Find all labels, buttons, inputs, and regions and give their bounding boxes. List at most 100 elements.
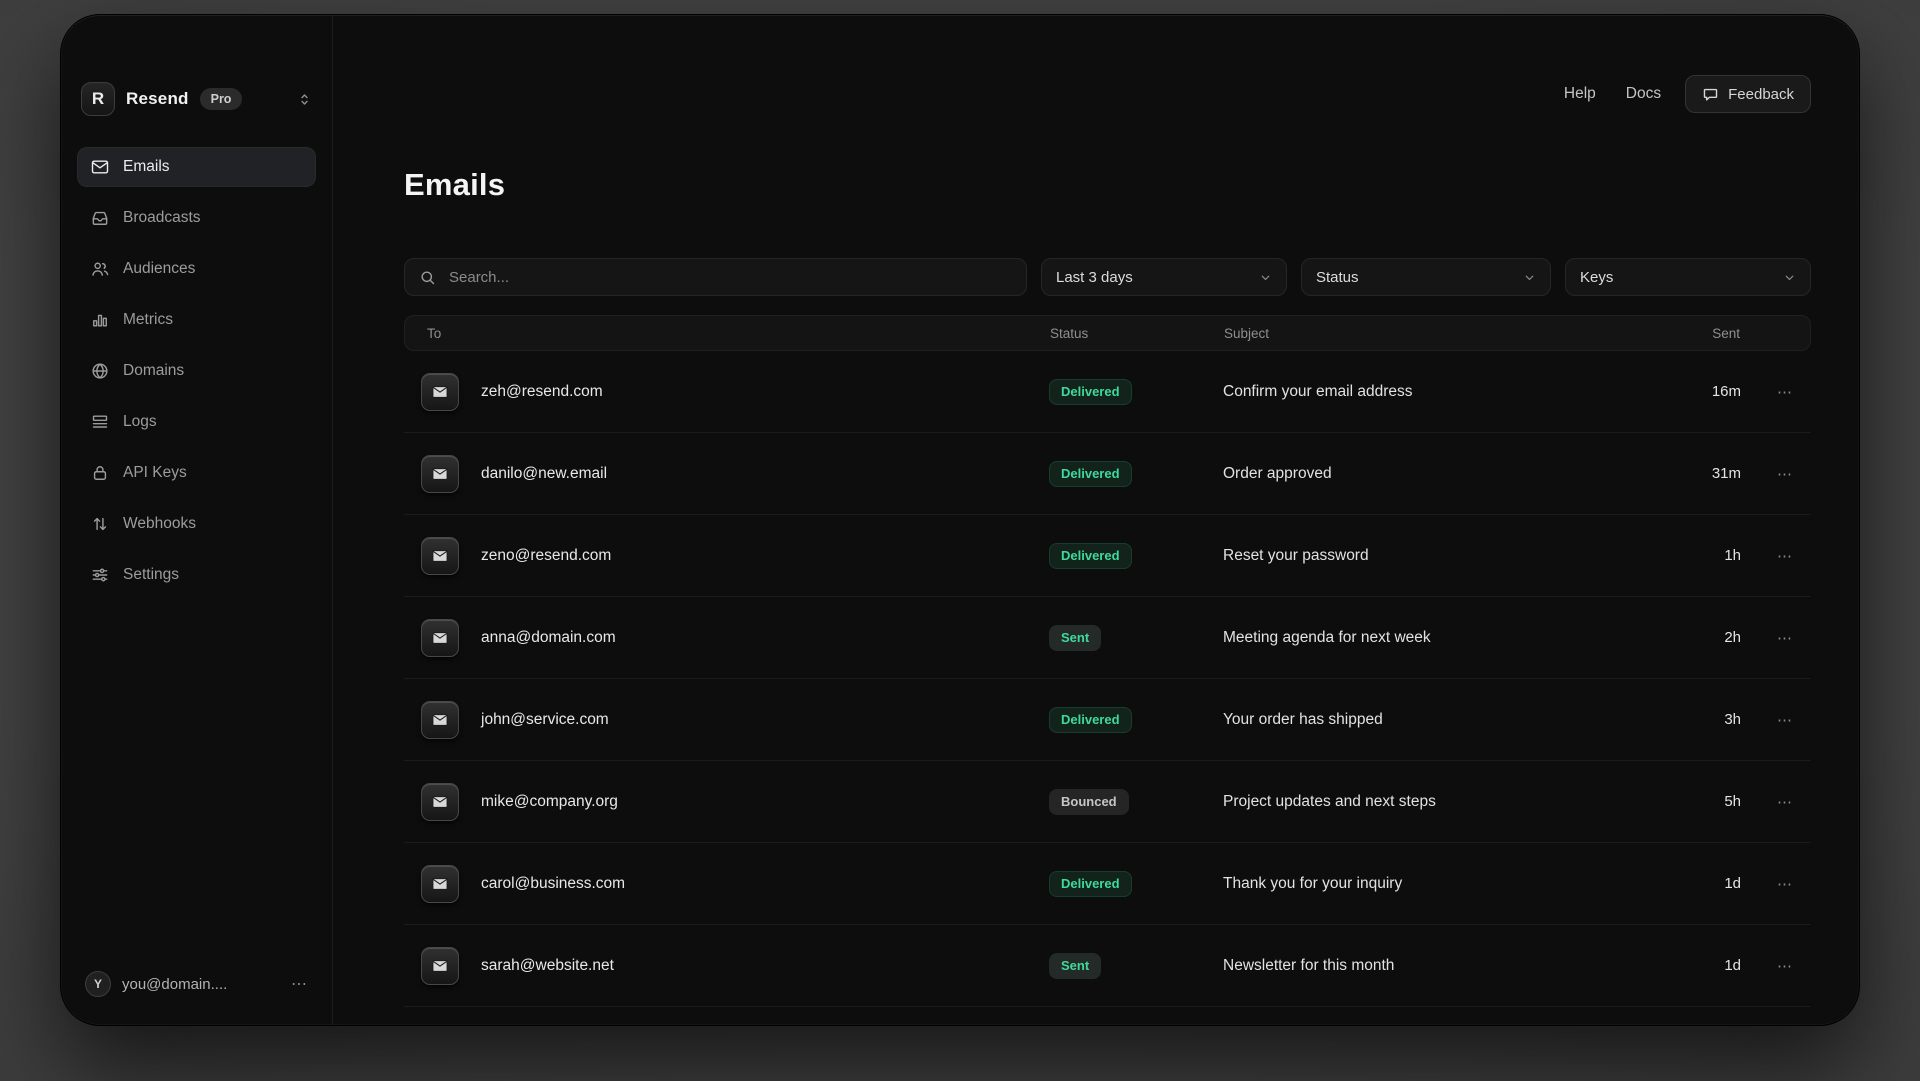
row-menu-button[interactable]: ⋯ [1741, 547, 1811, 565]
table-row[interactable]: danilo@new.email Delivered Order approve… [404, 433, 1811, 515]
search-input[interactable] [447, 268, 1012, 287]
table-row[interactable]: carol@business.com Delivered Thank you f… [404, 843, 1811, 925]
email-icon [421, 537, 459, 575]
sidebar-item-webhooks[interactable]: Webhooks [77, 504, 316, 544]
table-row[interactable]: john@service.com Delivered Your order ha… [404, 679, 1811, 761]
sidebar-item-api-keys[interactable]: API Keys [77, 453, 316, 493]
sidebar-item-emails[interactable]: Emails [77, 147, 316, 187]
sidebar-item-label: Emails [123, 158, 170, 176]
recipient-email: carol@business.com [481, 875, 625, 893]
row-menu-button[interactable]: ⋯ [1741, 957, 1811, 975]
date-range-value: Last 3 days [1056, 269, 1133, 286]
column-header-sent: Sent [1630, 326, 1740, 341]
email-subject: Order approved [1223, 465, 1631, 483]
chevron-down-icon [1783, 271, 1796, 284]
search-icon [419, 269, 436, 286]
feedback-button[interactable]: Feedback [1685, 75, 1811, 113]
sent-time: 3h [1631, 711, 1741, 728]
table-row[interactable]: mike@company.org Bounced Project updates… [404, 761, 1811, 843]
sidebar-item-settings[interactable]: Settings [77, 555, 316, 595]
feedback-label: Feedback [1728, 86, 1794, 103]
logs-icon [90, 412, 110, 432]
email-table: zeh@resend.com Delivered Confirm your em… [404, 351, 1811, 1026]
sent-time: 1d [1631, 957, 1741, 974]
user-menu-button[interactable]: ⋯ [291, 974, 308, 994]
user-email: you@domain.... [122, 976, 227, 993]
row-menu-button[interactable]: ⋯ [1741, 465, 1811, 483]
chevron-up-down-icon[interactable] [297, 92, 312, 107]
sidebar-item-metrics[interactable]: Metrics [77, 300, 316, 340]
status-badge: Sent [1049, 953, 1101, 979]
row-menu-button[interactable]: ⋯ [1741, 629, 1811, 647]
sent-time: 1h [1631, 547, 1741, 564]
status-badge: Delivered [1049, 543, 1132, 569]
email-subject: Thank you for your inquiry [1223, 875, 1631, 893]
topbar: Help Docs Feedback [404, 75, 1811, 113]
sidebar-nav: Emails Broadcasts Audiences Metrics Doma… [77, 147, 316, 595]
status-badge: Sent [1049, 625, 1101, 651]
email-subject: Newsletter for this month [1223, 957, 1631, 975]
status-dropdown[interactable]: Status [1301, 258, 1551, 296]
feedback-icon [1702, 86, 1719, 103]
row-menu-button[interactable]: ⋯ [1741, 875, 1811, 893]
sent-time: 1d [1631, 875, 1741, 892]
plan-badge: Pro [200, 88, 243, 110]
sliders-icon [90, 565, 110, 585]
email-subject: Meeting agenda for next week [1223, 629, 1631, 647]
keys-dropdown[interactable]: Keys [1565, 258, 1811, 296]
recipient-email: zeh@resend.com [481, 383, 603, 401]
keys-value: Keys [1580, 269, 1613, 286]
workspace-switcher[interactable]: R Resend Pro [77, 81, 316, 117]
date-range-dropdown[interactable]: Last 3 days [1041, 258, 1287, 296]
table-row[interactable]: anna@domain.com Sent Meeting agenda for … [404, 597, 1811, 679]
table-row[interactable]: zeh@resend.com Delivered Confirm your em… [404, 351, 1811, 433]
table-row[interactable]: zeno@resend.com Delivered Reset your pas… [404, 515, 1811, 597]
docs-link[interactable]: Docs [1626, 85, 1661, 103]
status-badge: Delivered [1049, 461, 1132, 487]
table-header: To Status Subject Sent [404, 315, 1811, 351]
sent-time: 31m [1631, 465, 1741, 482]
sidebar-item-domains[interactable]: Domains [77, 351, 316, 391]
sent-time: 2h [1631, 629, 1741, 646]
chevron-down-icon [1259, 271, 1272, 284]
column-header-subject: Subject [1224, 326, 1630, 341]
email-subject: Confirm your email address [1223, 383, 1631, 401]
globe-icon [90, 361, 110, 381]
row-menu-button[interactable]: ⋯ [1741, 793, 1811, 811]
sidebar-item-label: Domains [123, 362, 184, 380]
user-account[interactable]: Y you@domain.... ⋯ [79, 971, 314, 997]
lock-icon [90, 463, 110, 483]
users-icon [90, 259, 110, 279]
email-subject: Your order has shipped [1223, 711, 1631, 729]
app-window: R Resend Pro Emails Broadcasts Audiences… [60, 14, 1860, 1026]
table-row[interactable] [404, 1007, 1811, 1026]
email-icon [421, 373, 459, 411]
sidebar-item-label: API Keys [123, 464, 187, 482]
row-menu-button[interactable]: ⋯ [1741, 383, 1811, 401]
broadcast-icon [90, 208, 110, 228]
email-icon [421, 783, 459, 821]
sidebar-item-audiences[interactable]: Audiences [77, 249, 316, 289]
recipient-email: john@service.com [481, 711, 609, 729]
sent-time: 16m [1631, 383, 1741, 400]
sidebar-item-logs[interactable]: Logs [77, 402, 316, 442]
avatar: Y [85, 971, 111, 997]
recipient-email: sarah@website.net [481, 957, 614, 975]
row-menu-button[interactable]: ⋯ [1741, 711, 1811, 729]
help-link[interactable]: Help [1564, 85, 1596, 103]
recipient-email: anna@domain.com [481, 629, 616, 647]
sidebar-item-label: Audiences [123, 260, 195, 278]
search-box[interactable] [404, 258, 1027, 296]
sidebar-item-broadcasts[interactable]: Broadcasts [77, 198, 316, 238]
table-row[interactable]: sarah@website.net Sent Newsletter for th… [404, 925, 1811, 1007]
column-header-status: Status [1050, 326, 1224, 341]
email-icon [421, 947, 459, 985]
sent-time: 5h [1631, 793, 1741, 810]
arrows-up-down-icon [90, 514, 110, 534]
resend-logo-icon: R [81, 82, 115, 116]
mail-icon [90, 157, 110, 177]
page-title: Emails [404, 167, 1811, 203]
status-badge: Bounced [1049, 789, 1129, 815]
email-icon [421, 455, 459, 493]
status-value: Status [1316, 269, 1359, 286]
